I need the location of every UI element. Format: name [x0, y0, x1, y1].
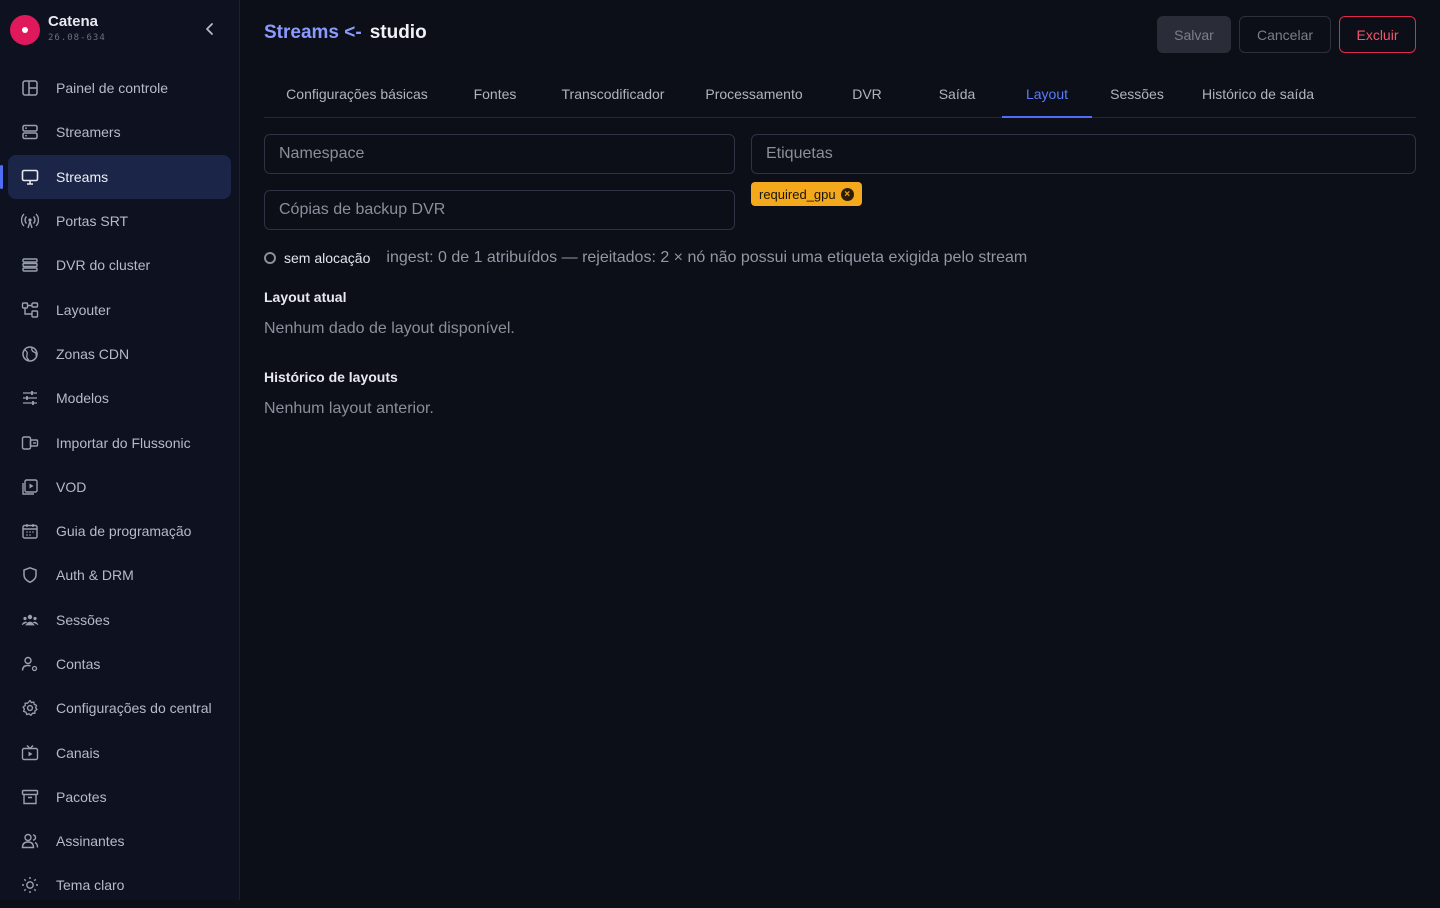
page-title: Streams <- studio: [264, 22, 427, 44]
tab-configuracoes-basicas[interactable]: Configurações básicas: [264, 70, 450, 117]
dvr-backup-copies-input[interactable]: Cópias de backup DVR: [264, 190, 735, 230]
layout-history-empty: Nenhum layout anterior.: [264, 400, 434, 417]
main-content: Streams <- studio Salvar Cancelar Excluir…: [240, 0, 1440, 900]
dashboard-icon: [20, 78, 40, 98]
sidebar-item-auth-drm[interactable]: Auth & DRM: [8, 553, 231, 597]
sidebar-item-dvr-do-cluster[interactable]: DVR do cluster: [8, 243, 231, 287]
sidebar-item-label: Painel de controle: [56, 80, 169, 97]
sidebar-item-label: Configurações do central: [56, 700, 212, 717]
label-tag: required_gpu ×: [751, 182, 862, 206]
stream-name: studio: [369, 22, 427, 43]
sidebar-item-layouter[interactable]: Layouter: [8, 287, 231, 331]
current-layout-empty: Nenhum dado de layout disponível.: [264, 320, 515, 337]
subscribers-icon: [20, 831, 40, 851]
database-icon: [20, 255, 40, 275]
sidebar-item-label: Streams: [56, 168, 109, 185]
sidebar-item-pacotes[interactable]: Pacotes: [8, 775, 231, 819]
sidebar-item-label: Canais: [56, 744, 100, 761]
catena-logo-icon: [10, 15, 40, 45]
sidebar-item-label: Importar do Flussonic: [56, 434, 191, 451]
breadcrumb-streams-link[interactable]: Streams <-: [264, 22, 362, 43]
namespace-input[interactable]: Namespace: [264, 134, 735, 174]
sidebar-item-streams[interactable]: Streams: [0, 154, 231, 199]
calendar-icon: [20, 521, 40, 541]
brand-name: Catena: [48, 13, 99, 30]
tab-processamento[interactable]: Processamento: [694, 70, 814, 117]
users-group-icon: [20, 610, 40, 630]
sidebar-item-label: Tema claro: [56, 877, 125, 894]
sidebar-item-label: DVR do cluster: [56, 257, 151, 274]
tv-icon: [20, 743, 40, 763]
sidebar-item-label: Sessões: [56, 611, 110, 628]
sidebar-item-streamers[interactable]: Streamers: [8, 110, 231, 154]
sidebar-item-guia-de-programacao[interactable]: Guia de programação: [8, 509, 231, 553]
sidebar-item-painel-de-controle[interactable]: Painel de controle: [8, 66, 231, 110]
sidebar-item-modelos[interactable]: Modelos: [8, 376, 231, 420]
collapse-sidebar-button[interactable]: [200, 19, 220, 39]
layout-history-heading: Histórico de layouts: [264, 369, 398, 385]
allocation-status: sem alocação ingest: 0 de 1 atribuídos —…: [264, 247, 1027, 269]
sidebar-item-label: Auth & DRM: [56, 567, 134, 584]
import-icon: [20, 433, 40, 453]
sidebar-item-portas-srt[interactable]: Portas SRT: [8, 199, 231, 243]
chevron-left-icon: [206, 23, 213, 35]
current-layout-heading: Layout atual: [264, 289, 347, 305]
sidebar-item-tema-claro[interactable]: Tema claro: [8, 863, 231, 907]
archive-icon: [20, 787, 40, 807]
user-settings-icon: [20, 654, 40, 674]
server-icon: [20, 122, 40, 142]
cancel-button[interactable]: Cancelar: [1239, 16, 1331, 53]
sidebar-item-sessoes[interactable]: Sessões: [8, 598, 231, 642]
tab-sessoes[interactable]: Sessões: [1098, 70, 1176, 117]
tab-fontes[interactable]: Fontes: [458, 70, 532, 117]
remove-tag-icon[interactable]: ×: [840, 187, 854, 201]
tab-layout[interactable]: Layout: [1002, 70, 1092, 118]
delete-button[interactable]: Excluir: [1339, 16, 1416, 53]
tab-bar: Configurações básicas Fontes Transcodifi…: [264, 70, 1416, 118]
gear-icon: [20, 698, 40, 718]
sidebar-item-label: Contas: [56, 656, 101, 672]
tab-dvr[interactable]: DVR: [832, 70, 902, 117]
sidebar-item-label: Pacotes: [56, 788, 107, 805]
tab-transcodificador[interactable]: Transcodificador: [548, 70, 678, 117]
sidebar-item-vod[interactable]: VOD: [8, 465, 231, 509]
sliders-icon: [20, 388, 40, 408]
save-button[interactable]: Salvar: [1157, 16, 1231, 53]
sidebar-item-zonas-cdn[interactable]: Zonas CDN: [8, 332, 231, 376]
tab-saida[interactable]: Saída: [918, 70, 996, 117]
monitor-icon: [20, 167, 40, 187]
label-tag-text: required_gpu: [759, 186, 836, 202]
allocation-state: sem alocação: [284, 250, 371, 266]
sidebar-item-label: VOD: [56, 478, 87, 495]
labels-input[interactable]: Etiquetas: [751, 134, 1416, 174]
sun-icon: [20, 875, 40, 895]
sidebar-item-assinantes[interactable]: Assinantes: [8, 819, 231, 863]
brand[interactable]: Catena 26.08-634: [10, 12, 230, 46]
sidebar-item-label: Portas SRT: [56, 213, 129, 230]
sidebar-item-label: Layouter: [56, 301, 111, 318]
sidebar-item-label: Streamers: [56, 124, 121, 141]
antenna-icon: [20, 211, 40, 231]
sidebar-item-label: Guia de programação: [56, 523, 192, 540]
sidebar-item-label: Modelos: [56, 390, 109, 407]
shield-icon: [20, 565, 40, 585]
sidebar-nav: Painel de controle Streamers Streams Por…: [0, 66, 231, 908]
brand-version: 26.08-634: [48, 33, 106, 43]
video-library-icon: [20, 477, 40, 497]
sidebar-item-label: Assinantes: [56, 833, 125, 850]
allocation-detail: ingest: 0 de 1 atribuídos — rejeitados: …: [386, 249, 1028, 266]
sidebar-item-canais[interactable]: Canais: [8, 730, 231, 774]
sidebar: Catena 26.08-634 Painel de controle Stre…: [0, 0, 240, 900]
sidebar-item-contas[interactable]: Contas: [8, 642, 231, 686]
layout-icon: [20, 300, 40, 320]
sidebar-item-importar-do-flussonic[interactable]: Importar do Flussonic: [8, 420, 231, 464]
status-indicator-icon: [264, 252, 276, 264]
globe-icon: [20, 344, 40, 364]
sidebar-item-label: Zonas CDN: [56, 345, 130, 362]
sidebar-item-configuracoes-do-central[interactable]: Configurações do central: [8, 686, 231, 730]
tab-historico-de-saida[interactable]: Histórico de saída: [1190, 70, 1326, 117]
